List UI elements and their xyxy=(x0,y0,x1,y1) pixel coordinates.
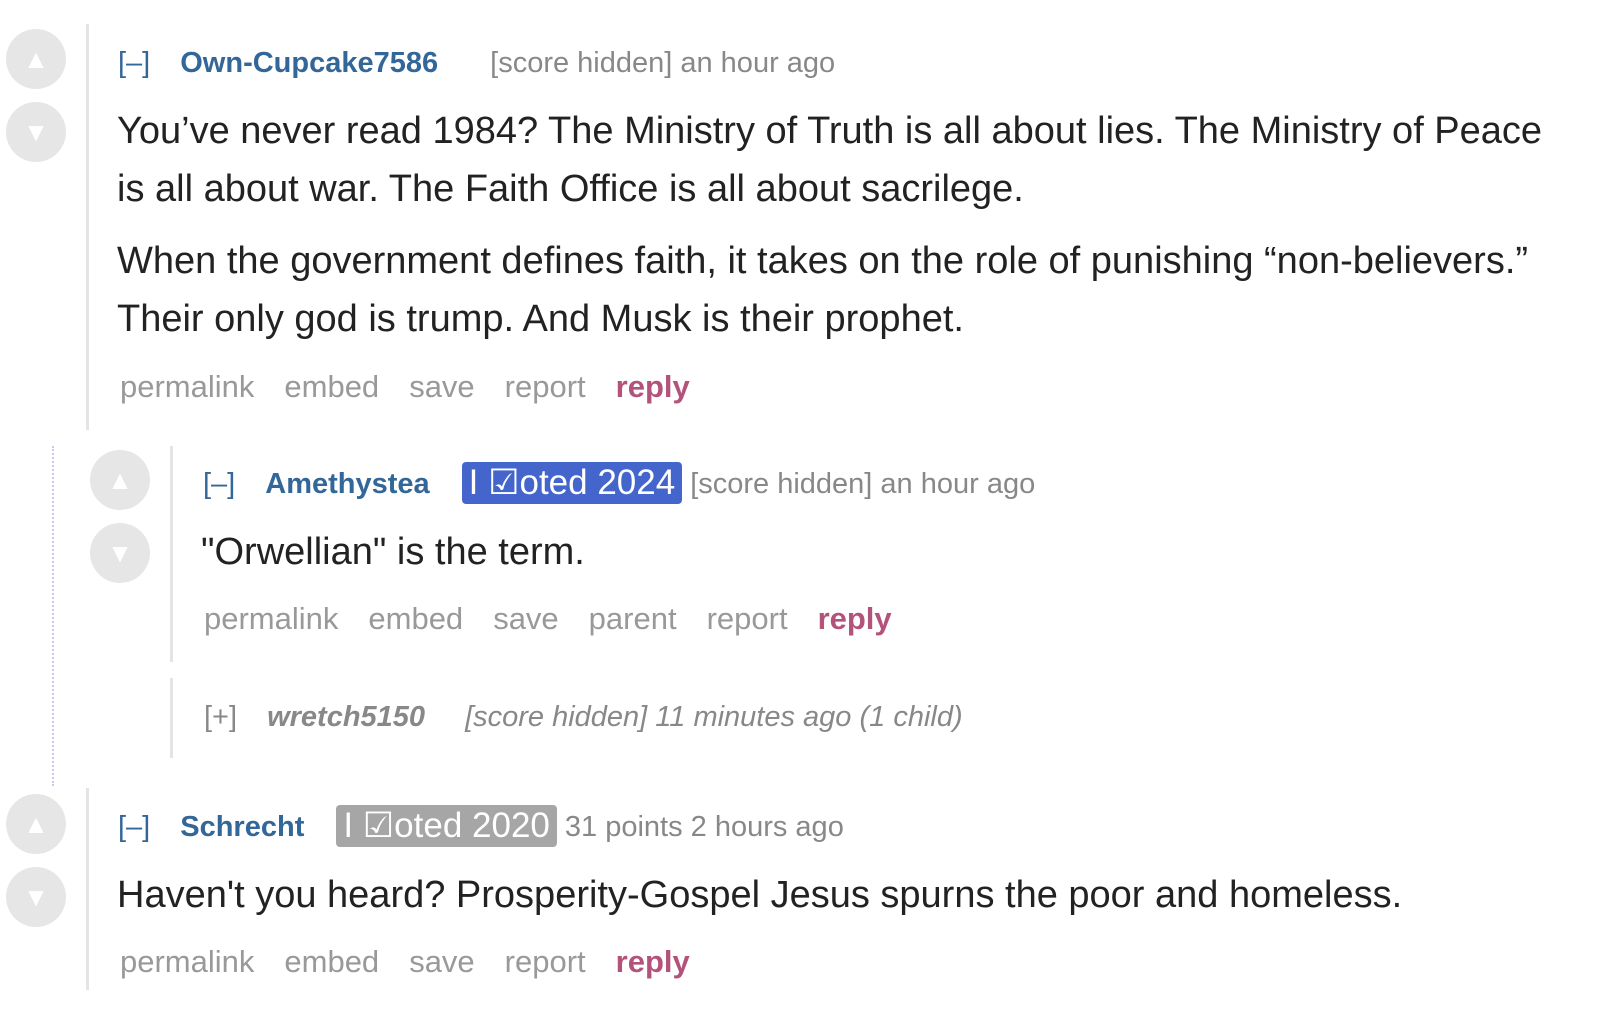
comment-body: Haven't you heard? Prosperity-Gospel Jes… xyxy=(117,866,1577,938)
upvote-arrow-icon: ▲ xyxy=(23,809,49,839)
embed-button[interactable]: embed xyxy=(284,944,379,979)
user-flair: I ☑oted 2020 xyxy=(336,805,557,848)
comment-buttons: permalink embed save report reply xyxy=(120,942,720,982)
author-link[interactable]: Schrecht xyxy=(180,807,304,847)
comment-meta: 31 points 2 hours ago xyxy=(564,811,844,843)
comment-paragraph: Haven't you heard? Prosperity-Gospel Jes… xyxy=(117,874,1403,916)
permalink-button[interactable]: permalink xyxy=(120,944,254,979)
collapse-toggle[interactable]: [–] xyxy=(118,807,150,847)
thread-line xyxy=(86,788,89,990)
comment-tagline: [–] Schrecht I ☑oted 2020 31 points 2 hours… xyxy=(118,805,844,848)
reply-button[interactable]: reply xyxy=(616,944,690,979)
downvote-button[interactable]: ▼ xyxy=(6,867,66,927)
comment-schrecht: ▲ ▼ [–] Schrecht I ☑oted 2020 31 points 2 h… xyxy=(0,0,1614,1018)
save-button[interactable]: save xyxy=(409,944,474,979)
upvote-button[interactable]: ▲ xyxy=(6,794,66,854)
downvote-arrow-icon: ▼ xyxy=(23,882,49,912)
report-button[interactable]: report xyxy=(505,944,586,979)
